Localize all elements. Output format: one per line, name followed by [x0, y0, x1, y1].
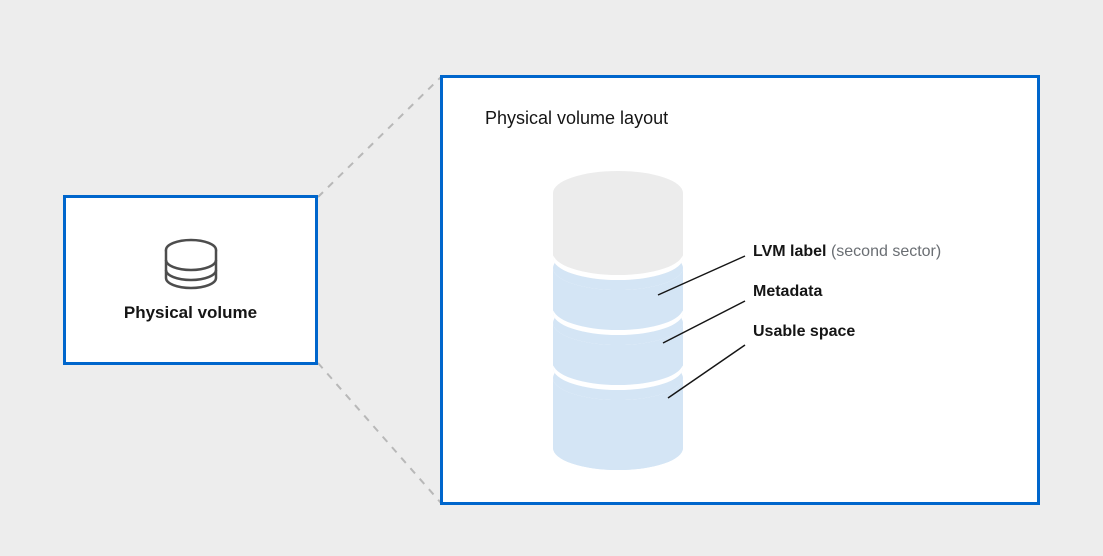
annotation-metadata: Metadata	[753, 283, 941, 301]
annotations: LVM label (second sector) Metadata Usabl…	[753, 243, 941, 363]
annotation-lvm-label: LVM label (second sector)	[753, 243, 941, 261]
physical-volume-label: Physical volume	[124, 303, 257, 323]
physical-volume-layout-box: Physical volume layout	[440, 75, 1040, 505]
cylinder-stack	[528, 168, 708, 478]
annotation-usable-space: Usable space	[753, 323, 941, 341]
physical-volume-box: Physical volume	[63, 195, 318, 365]
layout-title: Physical volume layout	[485, 108, 668, 129]
disk-stack-icon	[156, 238, 226, 293]
